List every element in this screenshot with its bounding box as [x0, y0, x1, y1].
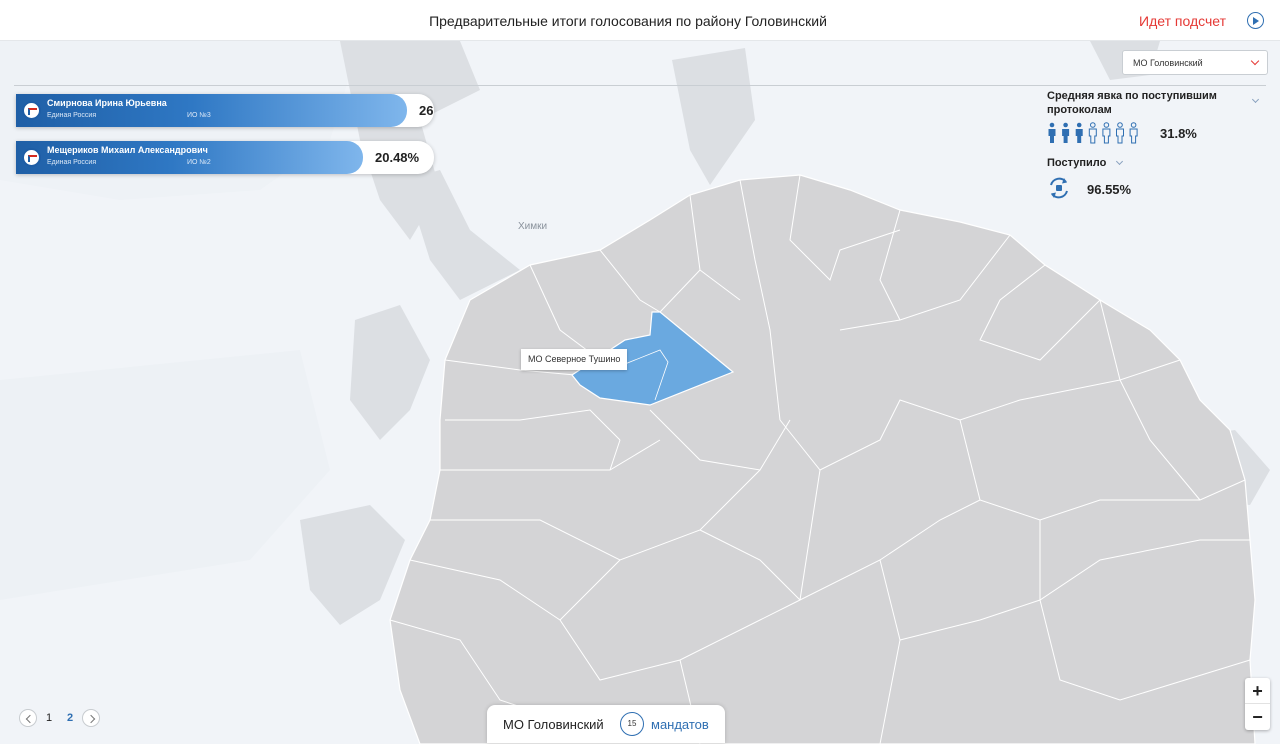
candidate-name: Мещериков Михаил Александрович [47, 145, 208, 155]
page-2[interactable]: 2 [67, 712, 73, 724]
candidate-name: Смирнова Ирина Юрьевна [47, 98, 167, 108]
person-outline-icon [1129, 122, 1138, 144]
received-label: Поступило [1047, 157, 1107, 169]
next-page-button[interactable] [82, 709, 100, 727]
divider-line [14, 85, 1266, 86]
person-filled-icon [1048, 122, 1056, 143]
candidate-percent: 20.48% [375, 150, 420, 165]
person-filled-icon [1075, 122, 1083, 143]
top-bar: Предварительные итоги голосования по рай… [0, 0, 1280, 41]
map-label-khimki: Химки [518, 221, 547, 232]
person-filled-icon [1062, 122, 1070, 143]
candidate-district: ИО №3 [187, 112, 211, 119]
mandates-panel[interactable]: МО Головинский 15 мандатов [487, 705, 725, 743]
play-icon[interactable] [1247, 12, 1264, 29]
candidate-card[interactable]: Мещериков Михаил Александрович Единая Ро… [16, 141, 434, 174]
party-logo-icon [22, 148, 41, 167]
candidate-party: Единая Россия [47, 159, 97, 166]
zoom-controls: + − [1245, 678, 1270, 730]
zoom-in-button[interactable]: + [1245, 678, 1270, 704]
mo-selector[interactable]: МО Головинский [1122, 50, 1268, 75]
candidate-party: Единая Россия [47, 112, 97, 119]
candidate-percent: 26.6% [419, 103, 434, 118]
prev-page-button[interactable] [19, 709, 37, 727]
refresh-icon [1050, 177, 1068, 199]
received-percent: 96.55% [1087, 182, 1132, 197]
mandates-label: мандатов [651, 717, 709, 732]
page-1[interactable]: 1 [46, 712, 52, 724]
candidate-card[interactable]: Смирнова Ирина Юрьевна Единая Россия ИО … [16, 94, 434, 127]
chevron-down-icon [1250, 56, 1260, 66]
region-tooltip: МО Северное Тушино [521, 349, 628, 370]
mandates-count: 15 [620, 712, 644, 736]
turnout-percent: 31.8% [1160, 126, 1197, 141]
zoom-out-button[interactable]: − [1245, 704, 1270, 730]
page-title: Предварительные итоги голосования по рай… [429, 13, 827, 29]
turnout-title: Средняя явка по поступившим протоколам [1047, 90, 1217, 116]
turnout-people-icons [1048, 122, 1138, 144]
candidate-district: ИО №2 [187, 159, 211, 166]
mandates-mo-name: МО Головинский [503, 717, 604, 732]
mo-selector-value: МО Головинский [1133, 58, 1203, 68]
person-outline-icon [1102, 122, 1111, 144]
person-outline-icon [1088, 122, 1097, 144]
person-outline-icon [1116, 122, 1124, 144]
party-logo-icon [22, 101, 41, 120]
counting-status: Идет подсчет [1139, 13, 1226, 29]
